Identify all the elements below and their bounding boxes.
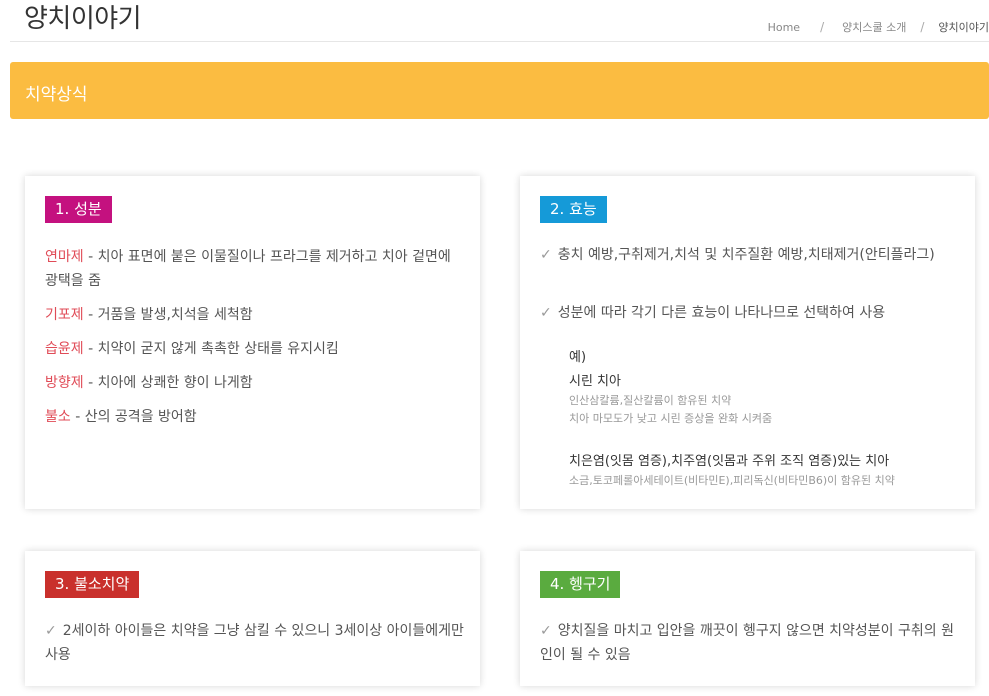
- breadcrumb: Home / 양치스쿨 소개 / 양치이야기: [768, 19, 989, 35]
- list-item: ✓ 양치질을 마치고 입안을 깨끗이 헹구지 않으면 치약성분이 구취의 원인이 …: [540, 619, 960, 667]
- breadcrumb-home-link[interactable]: Home: [768, 21, 800, 34]
- check-icon: ✓: [540, 247, 552, 263]
- breadcrumb-current: 양치이야기: [938, 21, 989, 34]
- example-title: 치은염(잇몸 염증),치주염(잇몸과 주위 조직 염증)있는 치아: [569, 454, 890, 469]
- rinse-text: 양치질을 마치고 입안을 깨끗이 헹구지 않으면 치약성분이 구취의 원인이 될…: [540, 623, 954, 663]
- ingredient-term: 방향제: [45, 375, 84, 391]
- section-banner: 치약상식: [10, 62, 989, 119]
- ingredient-description: - 치약이 굳지 않게 촉촉한 상태를 유지시킴: [83, 341, 339, 357]
- example-detail: 치아 마모도가 낮고 시린 증상을 완화 시켜줌: [569, 412, 773, 425]
- list-item: ✓ 성분에 따라 각기 다른 효능이 나타나므로 선택하여 사용: [540, 301, 960, 325]
- effect-text: 충치 예방,구취제거,치석 및 치주질환 예방,치태제거(안티플라그): [557, 247, 935, 263]
- list-item: 연마제 - 치아 표면에 붙은 이물질이나 프라그를 제거하고 치아 겉면에 광…: [45, 245, 465, 293]
- example-detail: 인산삼칼륨,질산칼륨이 함유된 치약: [569, 394, 732, 407]
- ingredient-term: 기포제: [45, 307, 84, 323]
- list-item: 습윤제 - 치약이 굳지 않게 촉촉한 상태를 유지시킴: [45, 337, 465, 361]
- ingredients-tag: 1. 성분: [45, 196, 112, 223]
- effects-tag: 2. 효능: [540, 196, 607, 223]
- ingredient-term: 연마제: [45, 249, 84, 265]
- check-icon: ✓: [45, 623, 57, 639]
- fluoride-text: 2세이하 아이들은 치약을 그냥 삼킬 수 있으니 3세이상 아이들에게만 사용: [45, 623, 464, 663]
- example-title: 시린 치아: [569, 374, 621, 389]
- fluoride-card: 3. 불소치약 ✓ 2세이하 아이들은 치약을 그냥 삼킬 수 있으니 3세이상 …: [25, 551, 480, 686]
- list-item: ✓ 2세이하 아이들은 치약을 그냥 삼킬 수 있으니 3세이상 아이들에게만 사…: [45, 619, 465, 667]
- list-item: 기포제 - 거품을 발생,치석을 세척함: [45, 303, 465, 327]
- example-label: 예): [569, 350, 587, 365]
- check-icon: ✓: [540, 305, 552, 321]
- rinse-tag: 4. 헹구기: [540, 571, 621, 598]
- breadcrumb-separator: /: [920, 20, 925, 34]
- ingredient-term: 습윤제: [45, 341, 84, 357]
- example-detail: 소금,토코페롤아세테이트(비타민E),피리독신(비타민B6)이 함유된 치약: [569, 474, 895, 487]
- list-item: ✓ 충치 예방,구취제거,치석 및 치주질환 예방,치태제거(안티플라그): [540, 243, 960, 267]
- banner-title: 치약상식: [25, 85, 88, 105]
- breadcrumb-school-link[interactable]: 양치스쿨 소개: [842, 19, 906, 35]
- ingredients-card: 1. 성분 연마제 - 치아 표면에 붙은 이물질이나 프라그를 제거하고 치아…: [25, 176, 480, 509]
- check-icon: ✓: [540, 623, 552, 639]
- effect-text: 성분에 따라 각기 다른 효능이 나타나므로 선택하여 사용: [557, 305, 886, 321]
- ingredient-description: - 치아 표면에 붙은 이물질이나 프라그를 제거하고 치아 겉면에 광택을 줌: [45, 249, 451, 289]
- fluoride-tag: 3. 불소치약: [45, 571, 140, 598]
- example-block: 예) 시린 치아 인산삼칼륨,질산칼륨이 함유된 치약 치아 마모도가 낮고 시…: [569, 348, 959, 490]
- effects-card: 2. 효능 ✓ 충치 예방,구취제거,치석 및 치주질환 예방,치태제거(안티플라…: [520, 176, 975, 509]
- rinse-card: 4. 헹구기 ✓ 양치질을 마치고 입안을 깨끗이 헹구지 않으면 치약성분이 구…: [520, 551, 975, 686]
- ingredient-term: 불소: [45, 409, 71, 425]
- page-header: 양치이야기 Home / 양치스쿨 소개 / 양치이야기: [10, 0, 989, 42]
- ingredient-description: - 산의 공격을 방어함: [70, 409, 197, 425]
- ingredients-list: 연마제 - 치아 표면에 붙은 이물질이나 프라그를 제거하고 치아 겉면에 광…: [45, 245, 465, 439]
- list-item: 불소 - 산의 공격을 방어함: [45, 405, 465, 429]
- page-title: 양치이야기: [24, 4, 142, 34]
- ingredient-description: - 거품을 발생,치석을 세척함: [83, 307, 253, 323]
- breadcrumb-separator: /: [820, 20, 825, 34]
- ingredient-description: - 치아에 상쾌한 향이 나게함: [83, 375, 253, 391]
- list-item: 방향제 - 치아에 상쾌한 향이 나게함: [45, 371, 465, 395]
